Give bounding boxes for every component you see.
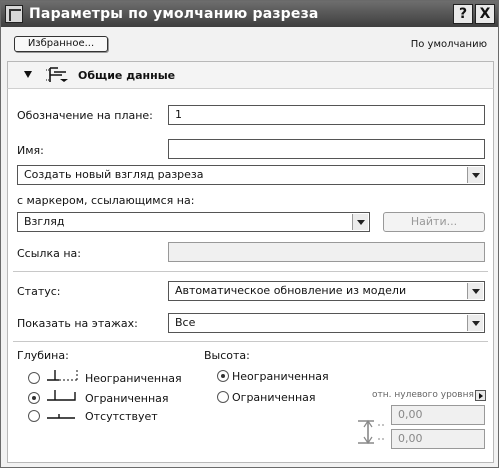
divider <box>13 271 488 272</box>
height-label: Высота: <box>204 349 250 362</box>
section-marker-icon <box>46 67 68 82</box>
height-limited-radio[interactable] <box>217 391 229 403</box>
stories-dropdown[interactable]: Все <box>168 313 485 333</box>
level-ref-arrow-icon[interactable] <box>475 390 486 401</box>
chevron-down-icon[interactable] <box>467 167 483 183</box>
depth-unlimited-label[interactable]: Неограниченная <box>85 372 182 385</box>
depth-none-label[interactable]: Отсутствует <box>85 410 158 423</box>
view-dropdown[interactable]: Взгляд <box>17 212 370 232</box>
name-label: Имя: <box>17 144 44 157</box>
app-icon <box>5 5 23 23</box>
section-defaults-dialog: Параметры по умолчанию разреза ? X Избра… <box>0 0 499 468</box>
favorites-button[interactable]: Избранное... <box>14 36 108 52</box>
height-top-field: 0,00 <box>391 405 485 425</box>
chevron-down-icon[interactable] <box>467 283 483 299</box>
close-button[interactable]: X <box>475 4 495 24</box>
view-value: Взгляд <box>24 215 65 228</box>
depth-none-icon <box>47 414 75 419</box>
plan-id-label: Обозначение на плане: <box>17 109 153 122</box>
status-dropdown[interactable]: Автоматическое обновление из модели <box>168 281 485 301</box>
find-button[interactable]: Найти... <box>383 212 485 232</box>
depth-label: Глубина: <box>17 349 69 362</box>
stories-label: Показать на этажах: <box>17 317 138 330</box>
default-label: По умолчанию <box>410 39 487 50</box>
stories-value: Все <box>175 316 196 329</box>
depth-unlimited-radio[interactable] <box>28 372 40 384</box>
chevron-down-icon[interactable] <box>467 315 483 331</box>
ref-field <box>168 242 485 262</box>
create-view-value: Создать новый взгляд разреза <box>24 168 204 181</box>
help-button[interactable]: ? <box>453 4 473 24</box>
divider <box>13 341 488 342</box>
status-label: Статус: <box>17 285 61 298</box>
depth-limited-icon <box>47 390 76 401</box>
collapse-triangle-icon[interactable] <box>24 71 32 78</box>
section-title: Общие данные <box>78 69 176 82</box>
name-field[interactable] <box>168 139 485 159</box>
height-bottom-field: 0,00 <box>391 429 485 449</box>
depth-none-radio[interactable] <box>28 410 40 422</box>
height-unlimited-radio[interactable] <box>217 370 229 382</box>
marker-ref-label: с маркером, ссылающимся на: <box>17 194 195 207</box>
chevron-down-icon[interactable] <box>352 214 368 230</box>
plan-id-field[interactable]: 1 <box>168 105 485 125</box>
height-offset-icon <box>358 419 386 445</box>
height-limited-label[interactable]: Ограниченная <box>232 391 316 404</box>
height-unlimited-label[interactable]: Неограниченная <box>232 370 329 383</box>
title-bar[interactable]: Параметры по умолчанию разреза ? X <box>1 1 498 27</box>
level-ref-label: отн. нулевого уровня <box>372 390 474 400</box>
create-view-dropdown[interactable]: Создать новый взгляд разреза <box>17 165 485 185</box>
depth-limited-radio[interactable] <box>28 392 40 404</box>
depth-unlimited-icon <box>47 370 78 381</box>
depth-limited-label[interactable]: Ограниченная <box>85 392 169 405</box>
ref-label: Ссылка на: <box>17 247 81 260</box>
status-value: Автоматическое обновление из модели <box>175 284 407 297</box>
dialog-title: Параметры по умолчанию разреза <box>29 6 319 22</box>
